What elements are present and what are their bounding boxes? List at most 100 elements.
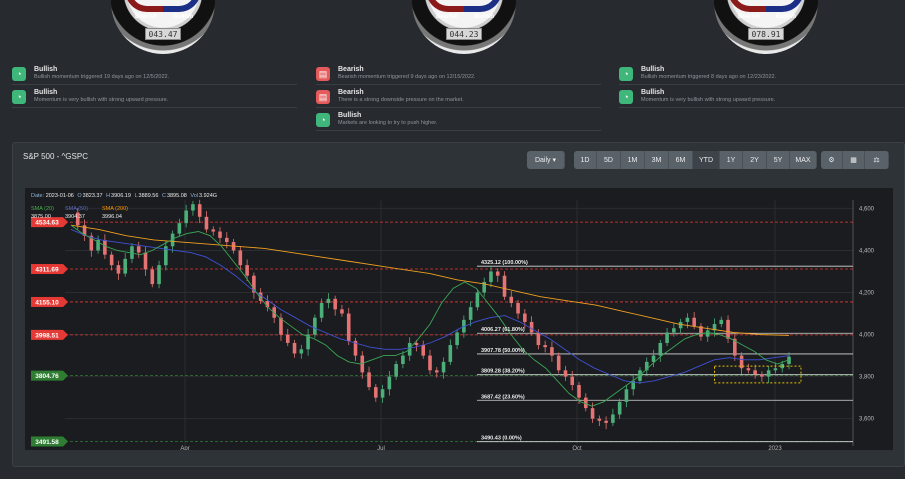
calculator-icon[interactable]: ▦ xyxy=(843,151,865,169)
sma20-line xyxy=(70,224,790,407)
candle-body xyxy=(150,269,155,285)
fib-label: 4006.27 (61.80%) xyxy=(481,327,525,333)
balance-scale-icon[interactable]: ⚖ xyxy=(865,151,889,169)
sr-label: 3998.51 xyxy=(35,332,59,339)
signal-column: ▤ Bearish Bearish momentum triggered 9 d… xyxy=(316,64,601,133)
range-5y-button[interactable]: 5Y xyxy=(767,151,790,169)
candle-body xyxy=(434,370,439,373)
gauge-bearish-label: Bearish xyxy=(135,14,158,20)
candle-body xyxy=(394,364,398,377)
bullish-gauge-icon: ◔ xyxy=(12,90,26,104)
candle-body xyxy=(611,414,615,423)
gauge-bullish-label: Bullish xyxy=(775,14,796,20)
range-ytd-button[interactable]: YTD xyxy=(693,151,720,169)
momentum-gauge: Bearish Bullish 043.47 xyxy=(111,0,215,54)
sr-label-arrow xyxy=(63,264,68,275)
candle-body xyxy=(570,376,575,386)
candle-body xyxy=(590,408,595,419)
bullish-arc xyxy=(163,0,201,12)
price-chart[interactable]: 4325.12 (100.00%) 4006.27 (61.80%) 3907.78… xyxy=(25,188,893,452)
candle-body xyxy=(143,252,148,270)
ohlc-l-label: L xyxy=(134,193,137,199)
settings-icon[interactable]: ⚙ xyxy=(821,151,843,169)
sr-label: 4155.10 xyxy=(35,299,59,306)
signal-row: ◔ Bullish Bullish momentum triggered 8 d… xyxy=(619,64,905,85)
candle-body xyxy=(197,204,202,217)
candle-body xyxy=(468,307,473,320)
candle-body xyxy=(597,418,602,421)
fib-label: 3907.78 (50.00%) xyxy=(481,348,525,354)
bearish-arc xyxy=(125,0,163,12)
candle-body xyxy=(224,237,229,243)
gauge-bullish-label: Bullish xyxy=(473,14,494,20)
fib-label: 4325.12 (100.00%) xyxy=(481,260,528,266)
range-5d-button[interactable]: 5D xyxy=(597,151,621,169)
range-1m-button[interactable]: 1M xyxy=(621,151,645,169)
candle-body xyxy=(245,265,249,276)
caret-down-icon: ▾ xyxy=(552,157,557,164)
ohlc-date-label: Date xyxy=(31,193,43,199)
range-2y-button[interactable]: 2Y xyxy=(743,151,767,169)
candle-body xyxy=(773,368,778,371)
candle-body xyxy=(455,332,459,346)
candle-body xyxy=(624,389,629,402)
range-1y-button[interactable]: 1Y xyxy=(720,151,743,169)
signal-desc: Markets are looking to try to push highe… xyxy=(338,120,438,126)
candle-body xyxy=(136,246,141,253)
candle-body xyxy=(441,361,446,373)
candle-body xyxy=(665,332,669,343)
sma20-legend: SMA (20) xyxy=(31,206,54,212)
candle-body xyxy=(123,258,127,274)
candle-body xyxy=(211,229,216,232)
candle-body xyxy=(475,292,480,308)
y-tick-label: 3,600 xyxy=(859,417,875,423)
ohlc-volume: 3.924G xyxy=(199,193,217,199)
signal-desc: Momentum is very bullish with strong upw… xyxy=(641,97,776,103)
interval-dropdown[interactable]: Daily ▾ xyxy=(527,151,565,169)
signal-title: Bullish xyxy=(641,89,665,96)
candle-body xyxy=(604,420,608,423)
signal-row: ◔ Bullish Markets are looking to try to … xyxy=(316,110,601,131)
candle-body xyxy=(191,204,195,211)
ohlc-o-label: O xyxy=(77,193,82,199)
sma50-value: 3904.37 xyxy=(65,214,85,220)
candle-body xyxy=(380,389,385,398)
signal-desc: Bullish momentum triggered 19 days ago o… xyxy=(34,74,170,80)
range-6m-button[interactable]: 6M xyxy=(669,151,693,169)
bullish-gauge-icon: ◔ xyxy=(619,67,633,81)
range-max-button[interactable]: MAX xyxy=(790,151,817,169)
y-tick-label: 4,400 xyxy=(859,248,875,254)
x-tick-label: Apr xyxy=(180,446,189,450)
candle-body xyxy=(550,347,554,356)
candle-body xyxy=(523,313,527,322)
candle-body xyxy=(340,309,344,314)
interval-label: Daily xyxy=(534,156,551,164)
ohlc-open: 3823.37 xyxy=(83,193,103,199)
y-tick-label: 4,600 xyxy=(859,206,875,212)
signal-desc: Momentum is very bullish with strong upw… xyxy=(34,97,169,103)
sma20-value: 3875.00 xyxy=(31,214,51,220)
candle-body xyxy=(556,355,561,371)
candle-body xyxy=(367,372,371,388)
candle-body xyxy=(116,265,121,274)
candle-body xyxy=(617,401,622,415)
gauge-readout: 044.23 xyxy=(446,28,482,40)
candle-body xyxy=(760,374,764,377)
candle-body xyxy=(563,370,568,377)
ohlc-close: 3895.08 xyxy=(167,193,187,199)
candle-body xyxy=(509,296,514,304)
ohlc-date: 2023-01-06 xyxy=(46,193,74,199)
signal-title: Bullish xyxy=(338,112,362,119)
range-1d-button[interactable]: 1D xyxy=(574,151,597,169)
candle-body xyxy=(705,330,710,337)
range-3m-button[interactable]: 3M xyxy=(645,151,669,169)
gauge-bearish-label: Bearish xyxy=(738,14,761,20)
candle-body xyxy=(292,342,297,354)
candle-body xyxy=(719,319,724,325)
candle-body xyxy=(157,265,161,285)
ohlc-vol-label: Vol xyxy=(190,193,198,199)
candle-body xyxy=(204,216,209,230)
candle-body xyxy=(218,231,222,238)
sma200-value: 3996.04 xyxy=(102,214,122,220)
gauge-strip: Bearish Bullish 043.47 Bearish Bullish 0… xyxy=(0,0,905,54)
